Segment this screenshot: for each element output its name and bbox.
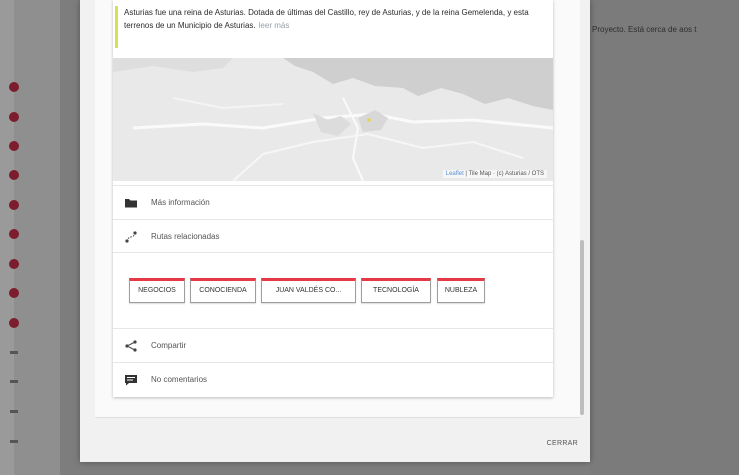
list-marker <box>9 288 19 298</box>
leaflet-link[interactable]: Leaflet <box>446 171 464 177</box>
place-card: Asturias fue una reina de Asturias. Dota… <box>113 0 553 397</box>
list-marker <box>10 380 18 383</box>
location-map[interactable]: Leaflet | Tile Map · (c) Asturias / OTS <box>113 58 553 181</box>
list-marker <box>9 112 19 122</box>
map-tiles <box>113 58 553 181</box>
dialog-footer: CERRAR <box>80 424 590 462</box>
tag-chip[interactable]: JUAN VALDÉS CO... <box>261 278 356 303</box>
route-icon <box>125 231 137 243</box>
background-sidebar <box>0 0 60 475</box>
comments-row[interactable]: No comentarios <box>113 362 553 396</box>
list-marker <box>9 318 19 328</box>
share-row[interactable]: Compartir <box>113 328 553 362</box>
place-description: Asturias fue una reina de Asturias. Dota… <box>115 6 556 48</box>
list-marker <box>10 351 18 354</box>
related-routes-row[interactable]: Rutas relacionadas <box>113 219 553 253</box>
more-info-row[interactable]: Más información <box>113 185 553 219</box>
close-button[interactable]: CERRAR <box>547 440 578 447</box>
description-text: Asturias fue una reina de Asturias. Dota… <box>124 8 529 30</box>
read-more-link[interactable]: leer más <box>259 21 290 30</box>
list-marker <box>9 259 19 269</box>
list-marker <box>10 410 18 413</box>
list-marker <box>9 200 19 210</box>
related-routes-label: Rutas relacionadas <box>151 232 220 241</box>
list-marker <box>9 82 19 92</box>
detail-dialog: Asturias fue una reina de Asturias. Dota… <box>80 0 590 462</box>
share-label: Compartir <box>151 341 187 350</box>
list-marker <box>9 229 19 239</box>
folder-icon <box>125 199 137 208</box>
tag-chip[interactable]: NUBLEZA <box>437 278 485 303</box>
share-icon <box>125 340 137 352</box>
tag-list: NEGOCIOS CONOCIENDA JUAN VALDÉS CO... TE… <box>113 252 553 328</box>
tag-chip[interactable]: TECNOLOGÍA <box>361 278 431 303</box>
background-text: Proyecto. Está cerca de aos t <box>592 25 697 34</box>
background-content: Proyecto. Está cerca de aos t <box>590 0 739 475</box>
list-marker <box>9 170 19 180</box>
more-info-label: Más información <box>151 198 210 207</box>
map-attribution-text: | Tile Map · (c) Asturias / OTS <box>463 171 544 177</box>
dialog-body: Asturias fue una reina de Asturias. Dota… <box>95 0 580 418</box>
tag-chip[interactable]: CONOCIENDA <box>190 278 256 303</box>
map-attribution: Leaflet | Tile Map · (c) Asturias / OTS <box>442 170 547 178</box>
tag-chip[interactable]: NEGOCIOS <box>129 278 185 303</box>
comments-label: No comentarios <box>151 375 208 384</box>
list-marker <box>9 141 19 151</box>
list-marker <box>10 440 18 443</box>
dialog-scrollbar[interactable] <box>580 240 584 415</box>
comment-icon <box>125 375 137 386</box>
